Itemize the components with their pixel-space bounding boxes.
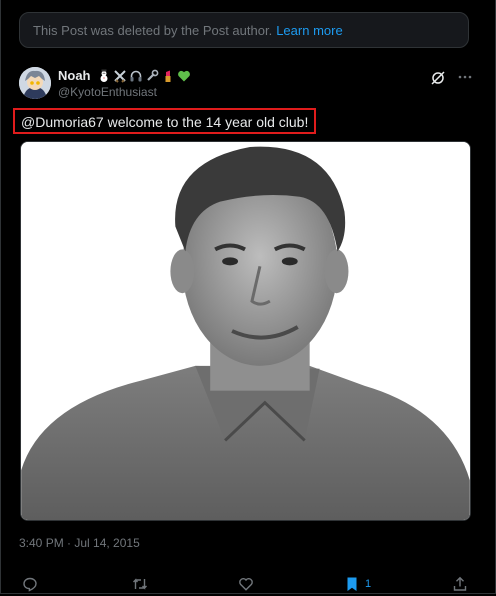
green-heart-icon <box>177 70 190 81</box>
repost-icon <box>133 578 147 590</box>
portrait-photo <box>21 142 470 520</box>
deleted-post-banner: This Post was deleted by the Post author… <box>19 12 469 48</box>
learn-more-link[interactable]: Learn more <box>276 23 342 38</box>
post-text: @Dumoria67 welcome to the 14 year old cl… <box>13 108 316 134</box>
avatar-image <box>19 67 51 99</box>
author-handle[interactable]: @KyotoEnthusiast <box>58 85 157 99</box>
more-options-icon[interactable] <box>457 72 473 82</box>
share-icon <box>453 576 467 591</box>
headphones-icon <box>130 70 141 81</box>
author-name: Noah <box>58 68 91 83</box>
reply-icon <box>23 577 37 592</box>
bookmark-icon <box>347 577 357 591</box>
author-name-row[interactable]: Noah <box>58 68 191 83</box>
action-bar: 1 <box>0 566 496 596</box>
lipstick-icon <box>165 70 170 82</box>
bookmark-button[interactable]: 1 <box>344 576 371 592</box>
share-button[interactable] <box>452 576 468 592</box>
post-image[interactable] <box>20 141 471 521</box>
snowman-icon <box>100 69 107 82</box>
crossed-swords-icon <box>113 69 126 83</box>
deleted-banner-text: This Post was deleted by the Post author… <box>33 22 273 38</box>
post-timestamp[interactable]: 3:40 PM · Jul 14, 2015 <box>19 536 140 550</box>
bookmark-count: 1 <box>365 578 372 590</box>
grok-icon[interactable] <box>430 70 446 86</box>
reply-button[interactable] <box>22 576 38 592</box>
like-button[interactable] <box>238 576 254 592</box>
avatar[interactable] <box>19 67 51 99</box>
name-emoji-row <box>97 69 191 83</box>
heart-icon <box>239 578 253 591</box>
wrench-icon <box>146 69 158 81</box>
repost-button[interactable] <box>132 576 148 592</box>
